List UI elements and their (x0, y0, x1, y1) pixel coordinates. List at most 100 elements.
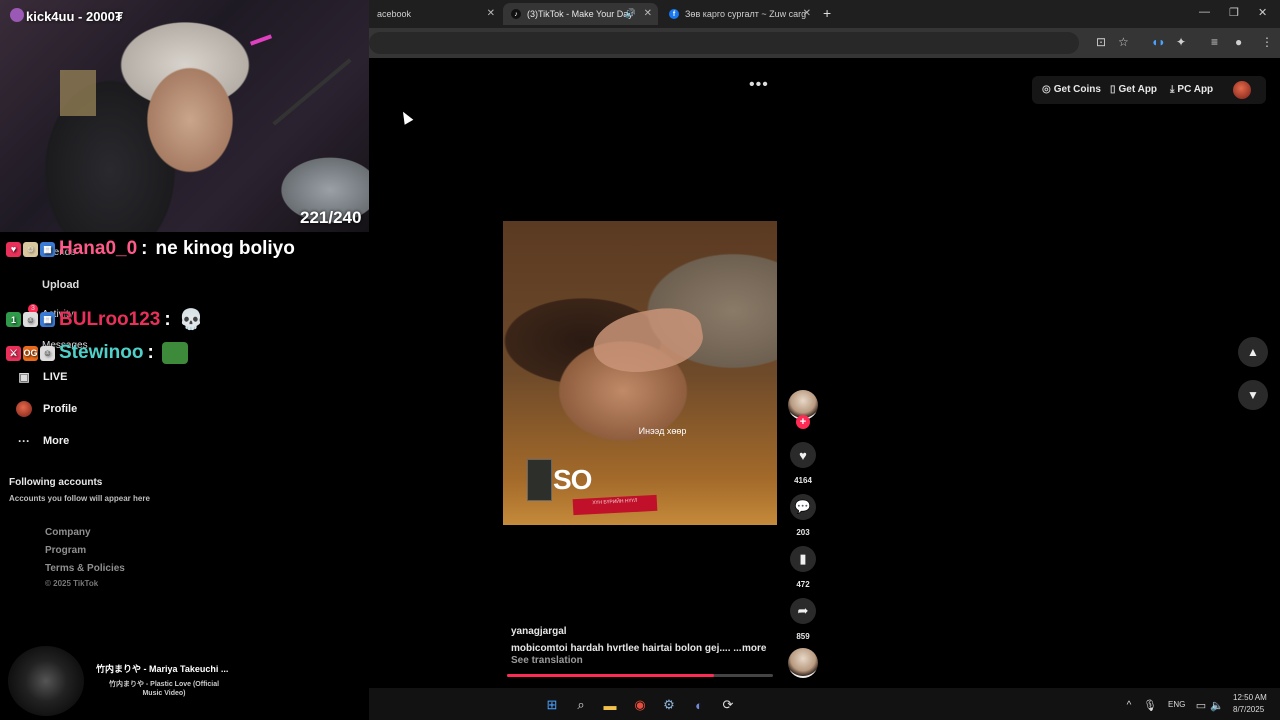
tab-zuw-cargo[interactable]: f Зөв карго сургалт ~ Zuw carg ✕ (661, 3, 817, 25)
sidebar-item-more[interactable]: ··· More (16, 433, 69, 449)
video-player[interactable]: Инээд хөөр SO ХҮН БҮРИЙН НҮҮЛ (503, 221, 777, 525)
sidebar-item-profile[interactable]: Profile (16, 401, 77, 417)
sub-badge-icon: ▦ (40, 312, 55, 327)
microphone-icon[interactable]: 🎙 (1142, 697, 1158, 713)
get-app-button[interactable]: ▯ Get App (1110, 84, 1157, 95)
video-overlay-caption: Инээд хөөр (638, 426, 687, 436)
more-dots-icon: ··· (18, 434, 30, 448)
restore-icon[interactable]: ❐ (1229, 6, 1239, 19)
profile-avatar-icon (16, 401, 32, 417)
clock-date[interactable]: 8/7/2025 (1233, 705, 1264, 714)
screen: acebook ✕ ♪ (3)TikTok - Make Your Day 🔊 … (0, 0, 1280, 720)
get-coins-label: Get Coins (1053, 84, 1101, 95)
sub-badge-icon: ▦ (40, 241, 55, 257)
share-button[interactable]: ➦ (790, 598, 816, 624)
chevron-up-tray-icon[interactable]: ^ (1121, 697, 1137, 713)
music-creator-avatar[interactable] (788, 648, 818, 678)
video-progress-bar[interactable] (507, 674, 773, 677)
install-app-icon[interactable]: ⊡ (1096, 35, 1106, 49)
close-icon[interactable]: ✕ (644, 8, 652, 19)
like-button[interactable]: ♥ (790, 442, 816, 468)
steam-icon[interactable]: ⚙ (661, 697, 677, 713)
app-icon[interactable]: ⟳ (720, 697, 736, 713)
video-progress-fill (507, 674, 715, 677)
tiktok-icon: ♪ (511, 9, 521, 19)
chrome-icon[interactable]: ◉ (632, 697, 648, 713)
tab-facebook[interactable]: acebook ✕ (369, 3, 501, 25)
following-accounts-subtitle: Accounts you follow will appear here (9, 494, 150, 503)
show-logo-icon (527, 459, 552, 501)
chat-badges: ♥ ☺ ▦ (6, 241, 57, 257)
display-icon[interactable]: ▭ (1193, 697, 1209, 713)
neon-light (249, 34, 273, 46)
close-icon[interactable]: ✕ (803, 8, 811, 19)
bookmark-star-icon[interactable]: ☆ (1118, 35, 1129, 49)
emote-badge-icon: ☺ (40, 345, 55, 361)
video-hand-shape (588, 301, 708, 381)
more-options-icon[interactable]: ••• (749, 76, 769, 94)
discord-icon[interactable]: ◐ (691, 697, 707, 713)
language-indicator[interactable]: ENG (1168, 700, 1185, 709)
like-count: 4164 (794, 476, 812, 485)
heart-icon: ♥ (799, 447, 807, 463)
comment-button[interactable]: 💬 (790, 494, 816, 520)
search-icon[interactable]: ⌕ (573, 697, 589, 713)
footer-terms-link[interactable]: Terms & Policies (45, 563, 125, 574)
video-description: mobicomtoi hardah hvrtlee hairtai bolon … (511, 643, 742, 654)
tab-label: Зөв карго сургалт ~ Zuw carg (685, 9, 807, 19)
see-translation-link[interactable]: See translation (511, 655, 583, 666)
goal-counter: 221/240 (300, 208, 362, 227)
sidebar-item-upload[interactable]: Upload (42, 279, 79, 291)
tab-tiktok[interactable]: ♪ (3)TikTok - Make Your Day 🔊 ✕ (503, 3, 658, 25)
copyright: © 2025 TikTok (45, 579, 99, 588)
chat-username: Hana0_0 (59, 238, 138, 259)
file-explorer-icon[interactable]: ▬ (602, 697, 618, 713)
mouse-cursor (398, 109, 414, 125)
sidebar-item-label: Profile (43, 403, 78, 415)
footer-company-link[interactable]: Company (45, 527, 91, 538)
chat-message: 1 ☺ ▦ BULroo123 : 💀 (6, 307, 204, 332)
next-video-button[interactable]: ▼ (1238, 380, 1268, 410)
volume-icon[interactable]: 🔈 (1209, 697, 1225, 713)
emote-badge-icon: ☺ (23, 312, 38, 327)
show-logo-banner: ХҮН БҮРИЙН НҮҮЛ (572, 494, 658, 516)
chat-badges: 1 ☺ ▦ (6, 312, 57, 327)
close-icon[interactable]: ✕ (487, 8, 495, 19)
sidebar-item-label: More (43, 435, 70, 447)
profile-icon[interactable]: ● (1235, 35, 1242, 49)
get-coins-button[interactable]: ◎ Get Coins (1042, 84, 1101, 95)
chat-message: ⚔ OG ☺ Stewinoo : (6, 342, 188, 364)
webcam-overlay: kick4uu - 2000₮ 221/240 (0, 0, 369, 232)
follow-plus-icon[interactable]: + (796, 415, 810, 429)
chevron-down-icon: ▼ (1247, 388, 1259, 402)
footer-program-link[interactable]: Program (45, 545, 86, 556)
get-app-label: Get App (1118, 84, 1158, 95)
close-window-icon[interactable]: ✕ (1258, 6, 1267, 19)
more-button[interactable]: more (742, 643, 766, 654)
clock-time[interactable]: 12:50 AM (1233, 693, 1267, 702)
chat-username: Stewinoo (59, 342, 144, 363)
speaker-icon[interactable]: 🔊 (625, 8, 636, 19)
extension-audio-icon[interactable]: ◖◗ (1151, 35, 1166, 49)
comment-count: 203 (796, 528, 810, 537)
pc-app-button[interactable]: ⤓ PC App (1170, 84, 1213, 95)
address-bar[interactable] (369, 32, 1079, 54)
new-tab-icon[interactable]: + (823, 5, 831, 21)
rank-badge-icon: 1 (6, 312, 21, 327)
media-controls-icon[interactable]: ≡ (1211, 35, 1218, 49)
coin-icon: ◎ (1042, 84, 1051, 95)
music-subtitle: 竹内まりや - Plastic Love (Official Music Vid… (108, 681, 220, 698)
menu-kebab-icon[interactable]: ⋮ (1261, 35, 1273, 49)
minimize-icon[interactable]: — (1199, 6, 1210, 18)
tab-label: (3)TikTok - Make Your Day (527, 9, 633, 19)
following-accounts-title: Following accounts (9, 477, 103, 488)
chevron-up-icon: ▲ (1247, 345, 1259, 359)
video-author[interactable]: yanagjargal (511, 626, 567, 637)
extensions-puzzle-icon[interactable]: ✦ (1176, 35, 1186, 49)
previous-video-button[interactable]: ▲ (1238, 337, 1268, 367)
sword-badge-icon: ⚔ (6, 345, 21, 361)
user-avatar[interactable] (1233, 81, 1251, 99)
sidebar-item-live[interactable]: ▣ LIVE (16, 369, 67, 385)
save-button[interactable]: ▮ (790, 546, 816, 572)
windows-start-icon[interactable]: ⊞ (544, 697, 560, 713)
